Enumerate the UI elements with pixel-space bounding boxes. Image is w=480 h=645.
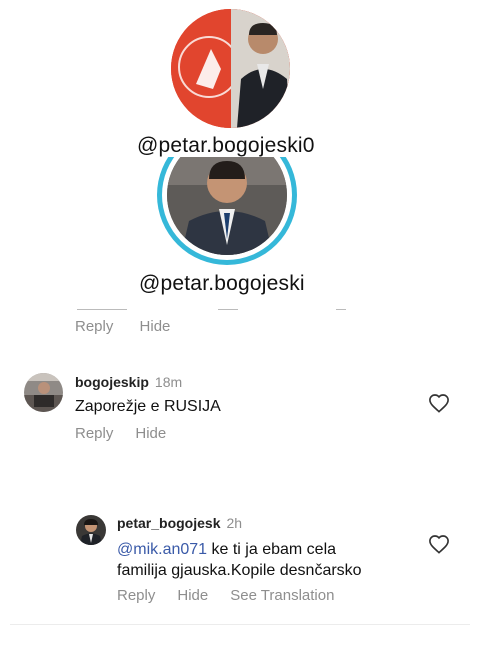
avatar[interactable] [24, 373, 63, 412]
divider [10, 624, 470, 625]
comment-timestamp: 18m [154, 374, 183, 390]
reply-button[interactable]: Reply [75, 318, 113, 335]
like-heart-icon[interactable] [428, 393, 450, 413]
see-translation-button[interactable]: See Translation [230, 587, 334, 604]
user-avatar-icon [76, 515, 106, 545]
comment-text: Zaporežje e RUSIJA [75, 398, 221, 415]
comment-text-line: familija gjauska.Kopile desnčarsko [117, 562, 362, 579]
hide-button[interactable]: Hide [140, 318, 171, 335]
profile-avatar-1[interactable] [171, 9, 290, 128]
comment-text: @mik.an071 ke ti ja ebam cela familija g… [117, 539, 417, 581]
avatar[interactable] [76, 515, 106, 545]
hide-button[interactable]: Hide [135, 425, 166, 442]
comment-timestamp: 2h [226, 515, 243, 531]
reply-button[interactable]: Reply [75, 425, 113, 442]
comment-header: bogojeskip 18m [75, 374, 182, 392]
profile-avatar-2[interactable] [157, 157, 297, 267]
comment-actions: Reply Hide [75, 425, 188, 443]
user-avatar-icon [24, 373, 63, 412]
like-heart-icon[interactable] [428, 534, 450, 554]
hide-button[interactable]: Hide [177, 587, 208, 604]
cutoff-comment-row: Reply Hide [0, 305, 480, 336]
comment-actions: Reply Hide See Translation [117, 587, 356, 605]
profile-handle-2[interactable]: @petar.bogojeski [139, 272, 305, 296]
profile-handle-1[interactable]: @petar.bogojeski0 [137, 134, 315, 158]
mention-link[interactable]: @mik.an071 [117, 541, 207, 558]
comment-username[interactable]: petar_bogojesk [117, 515, 220, 531]
comment-header: petar_bogojesk 2h [117, 515, 242, 533]
profile-photo-icon [171, 9, 290, 128]
comment-text-part: ke ti ja ebam cela [207, 541, 337, 558]
reply-button[interactable]: Reply [117, 587, 155, 604]
comment-username[interactable]: bogojeskip [75, 374, 149, 390]
